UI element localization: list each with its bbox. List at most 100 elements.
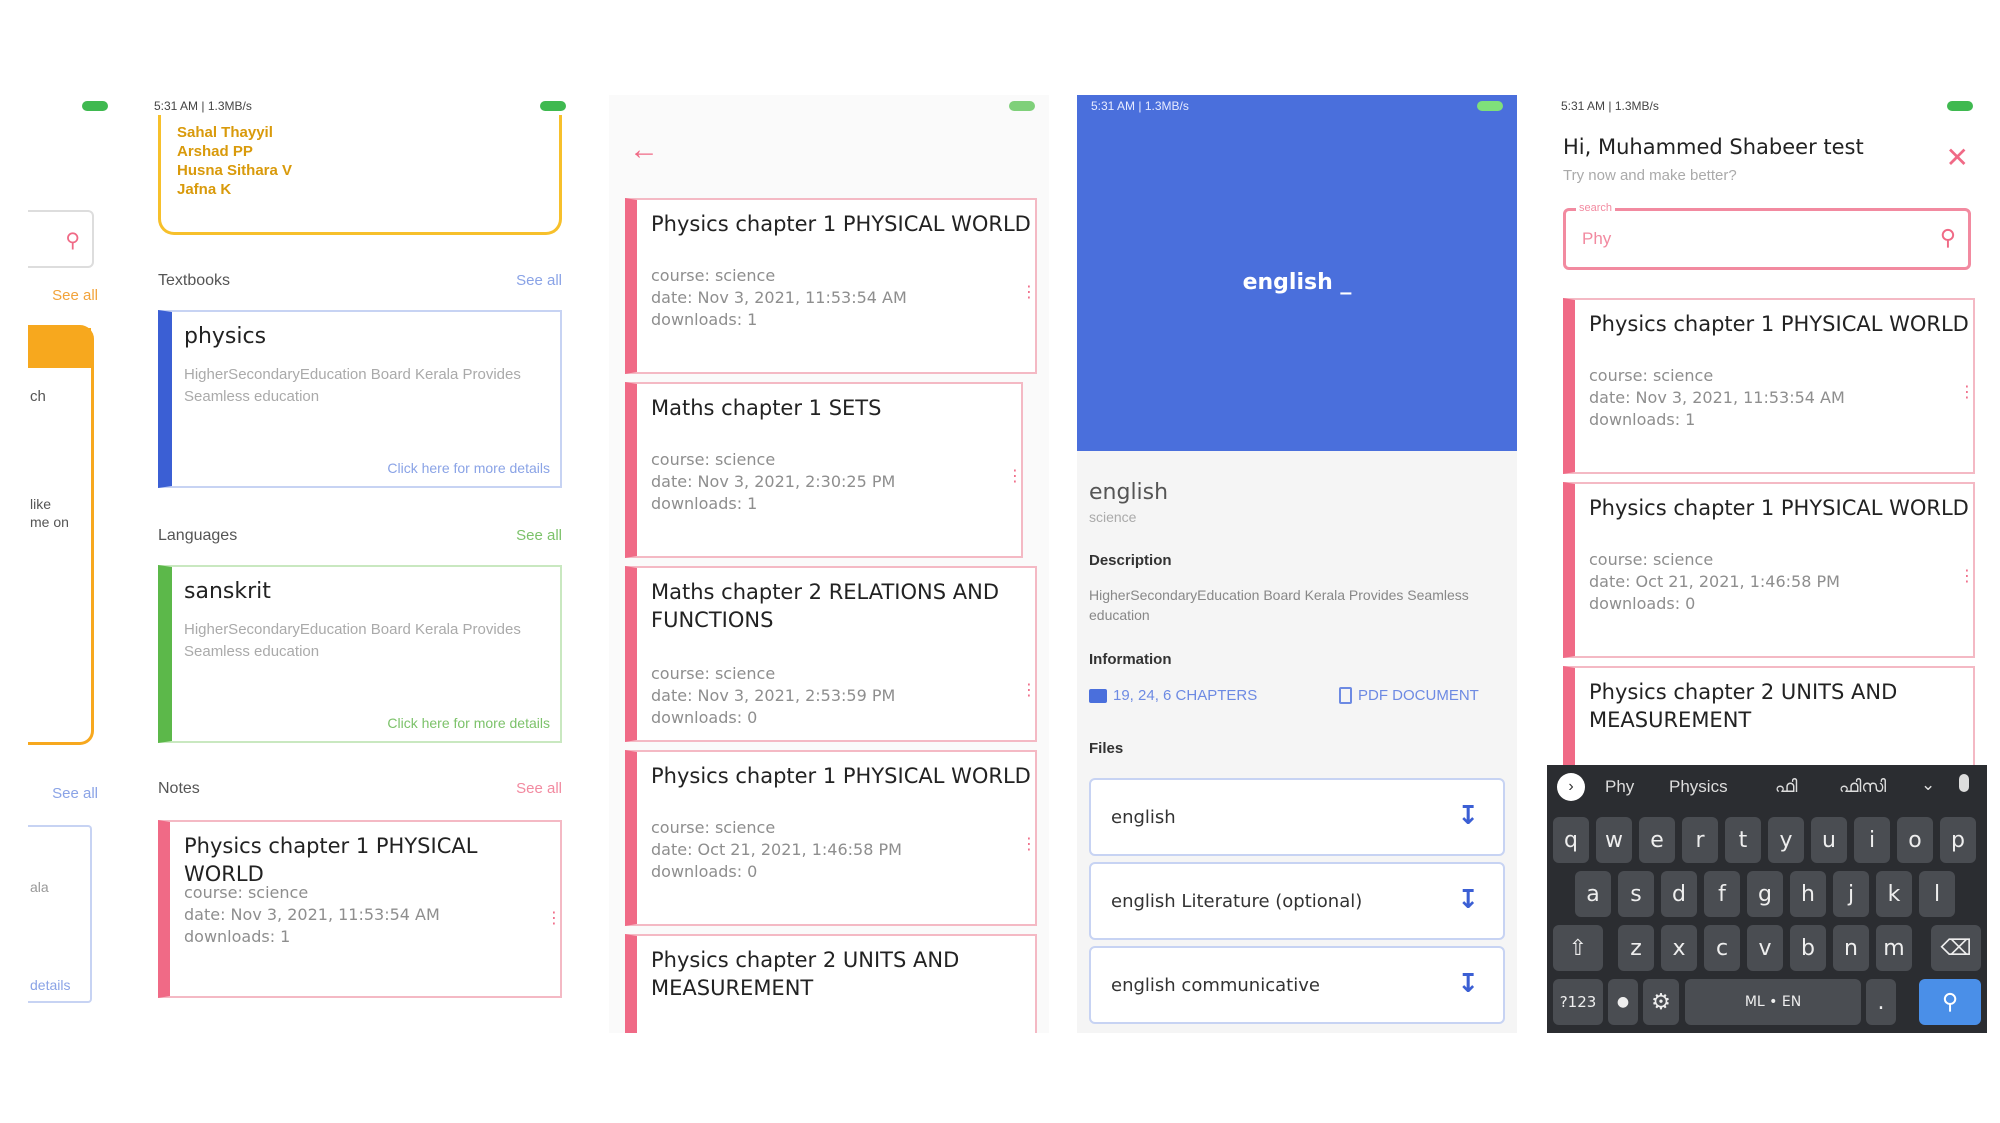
more-options-icon[interactable]: ⋮: [1959, 569, 1975, 585]
status-bar: 5:31 AM | 1.3MB/s: [140, 95, 580, 117]
close-button[interactable]: ✕: [1946, 141, 1969, 174]
emoji-key[interactable]: ⚙: [1643, 979, 1679, 1025]
back-button[interactable]: ←: [629, 133, 659, 167]
file-item[interactable]: english communicative ↧: [1089, 946, 1505, 1024]
search-icon[interactable]: ⚲: [65, 228, 80, 253]
key-q[interactable]: q: [1553, 817, 1589, 863]
textbook-card[interactable]: physics HigherSecondaryEducation Board K…: [158, 310, 562, 488]
language-details-link[interactable]: Click here for more details: [387, 715, 550, 731]
mic-key[interactable]: ●: [1608, 979, 1638, 1025]
description-text: HigherSecondaryEducation Board Kerala Pr…: [1089, 587, 1469, 623]
card-partial[interactable]: ala details: [28, 825, 92, 1003]
file-name: english: [1111, 807, 1176, 828]
note-downloads: downloads: 1: [184, 927, 291, 946]
note-date: date: Nov 3, 2021, 11:53:54 AM: [184, 905, 440, 924]
more-options-icon[interactable]: ⋮: [1021, 285, 1037, 301]
see-all-link[interactable]: See all: [52, 785, 98, 802]
note-card[interactable]: Physics chapter 1 PHYSICAL WORLD course:…: [625, 750, 1037, 926]
suggestion[interactable]: ഫിസി: [1839, 777, 1886, 797]
key-f[interactable]: f: [1704, 871, 1740, 917]
note-date: date: Oct 21, 2021, 1:46:58 PM: [1589, 572, 1840, 591]
key-x[interactable]: x: [1661, 925, 1697, 971]
key-m[interactable]: m: [1876, 925, 1912, 971]
member-name: Sahal Thayyil: [177, 124, 273, 141]
file-item[interactable]: english Literature (optional) ↧: [1089, 862, 1505, 940]
key-v[interactable]: v: [1747, 925, 1783, 971]
battery-icon: [1009, 101, 1035, 111]
key-g[interactable]: g: [1747, 871, 1783, 917]
search-icon[interactable]: ⚲: [1940, 225, 1956, 251]
textbooks-see-all[interactable]: See all: [516, 272, 562, 289]
key-h[interactable]: h: [1790, 871, 1826, 917]
key-z[interactable]: z: [1618, 925, 1654, 971]
key-y[interactable]: y: [1768, 817, 1804, 863]
card-link-fragment[interactable]: details: [30, 977, 70, 993]
key-o[interactable]: o: [1897, 817, 1933, 863]
key-l[interactable]: l: [1919, 871, 1955, 917]
key-n[interactable]: n: [1833, 925, 1869, 971]
notes-see-all[interactable]: See all: [516, 780, 562, 797]
note-card[interactable]: Physics chapter 1 PHYSICAL WORLD course:…: [1563, 298, 1975, 474]
section-title-notes: Notes: [158, 780, 200, 797]
download-icon[interactable]: ↧: [1457, 884, 1479, 915]
key-b[interactable]: b: [1790, 925, 1826, 971]
file-item[interactable]: english ↧: [1089, 778, 1505, 856]
languages-see-all[interactable]: See all: [516, 527, 562, 544]
key-p[interactable]: p: [1940, 817, 1976, 863]
key-w[interactable]: w: [1596, 817, 1632, 863]
textbook-details-link[interactable]: Click here for more details: [387, 460, 550, 476]
see-all-link[interactable]: See all: [52, 287, 98, 304]
more-options-icon[interactable]: ⋮: [1021, 837, 1037, 853]
note-card[interactable]: Physics chapter 1 PHYSICAL WORLD course:…: [158, 820, 562, 998]
more-options-icon[interactable]: ⋮: [1007, 469, 1023, 485]
chevron-down-icon[interactable]: ⌄: [1921, 775, 1935, 795]
key-e[interactable]: e: [1639, 817, 1675, 863]
more-options-icon[interactable]: ⋮: [546, 911, 562, 927]
search-box-partial[interactable]: ⚲: [28, 210, 94, 268]
note-card[interactable]: Physics chapter 2 UNITS AND MEASUREMENT: [625, 934, 1037, 1033]
search-input[interactable]: Phy: [1582, 229, 1611, 249]
note-card[interactable]: Maths chapter 2 RELATIONS AND FUNCTIONS …: [625, 566, 1037, 742]
key-t[interactable]: t: [1725, 817, 1761, 863]
period-key[interactable]: .: [1866, 979, 1896, 1025]
key-c[interactable]: c: [1704, 925, 1740, 971]
key-d[interactable]: d: [1661, 871, 1697, 917]
battery-icon: [540, 101, 566, 111]
close-icon[interactable]: ✕: [1946, 142, 1969, 173]
key-r[interactable]: r: [1682, 817, 1718, 863]
key-a[interactable]: a: [1575, 871, 1611, 917]
note-card[interactable]: Physics chapter 2 UNITS AND MEASUREMENT: [1563, 666, 1975, 776]
key-s[interactable]: s: [1618, 871, 1654, 917]
key-j[interactable]: j: [1833, 871, 1869, 917]
shift-icon: ⇧: [1568, 935, 1588, 961]
microphone-icon[interactable]: [1959, 774, 1969, 792]
more-options-icon[interactable]: ⋮: [1021, 683, 1037, 699]
download-icon[interactable]: ↧: [1457, 800, 1479, 831]
suggestion[interactable]: Physics: [1669, 777, 1728, 797]
search-key[interactable]: ⚲: [1919, 979, 1981, 1025]
more-options-icon[interactable]: ⋮: [1959, 385, 1975, 401]
expand-icon[interactable]: ›: [1557, 773, 1585, 801]
symbols-key[interactable]: ?123: [1553, 979, 1603, 1025]
doc-type-text: PDF DOCUMENT: [1358, 687, 1479, 704]
download-icon[interactable]: ↧: [1457, 968, 1479, 999]
key-u[interactable]: u: [1811, 817, 1847, 863]
suggestion[interactable]: Phy: [1605, 777, 1634, 797]
note-date: date: Nov 3, 2021, 2:30:25 PM: [651, 472, 896, 491]
note-card[interactable]: Physics chapter 1 PHYSICAL WORLD course:…: [625, 198, 1037, 374]
search-field[interactable]: search Phy ⚲: [1563, 202, 1971, 270]
key-i[interactable]: i: [1854, 817, 1890, 863]
shift-key[interactable]: ⇧: [1553, 925, 1603, 971]
note-card[interactable]: Maths chapter 1 SETS course: science dat…: [625, 382, 1023, 558]
note-downloads: downloads: 0: [651, 708, 758, 727]
space-key[interactable]: ML • EN: [1685, 979, 1861, 1025]
key-k[interactable]: k: [1876, 871, 1912, 917]
arrow-left-icon[interactable]: ←: [629, 133, 659, 166]
backspace-key[interactable]: ⌫: [1931, 925, 1981, 971]
suggestion[interactable]: ഫി: [1775, 777, 1797, 797]
battery-icon: [1947, 101, 1973, 111]
note-title: Physics chapter 2 UNITS AND MEASUREMENT: [1589, 680, 1898, 732]
language-card[interactable]: sanskrit HigherSecondaryEducation Board …: [158, 565, 562, 743]
note-card[interactable]: Physics chapter 1 PHYSICAL WORLD course:…: [1563, 482, 1975, 658]
note-course: course: science: [651, 266, 776, 285]
